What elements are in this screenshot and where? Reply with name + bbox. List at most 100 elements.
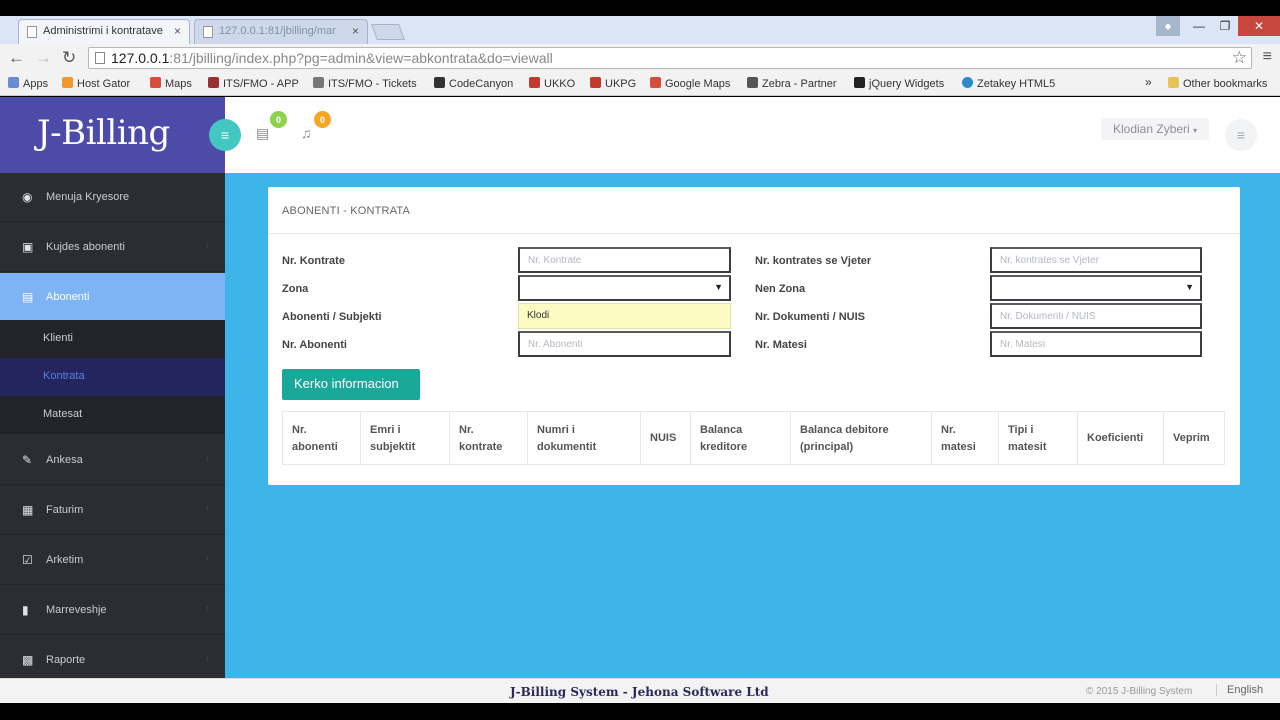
options-menu-button[interactable]: ≡ <box>1225 119 1257 151</box>
sidebar-item-label: Abonenti <box>46 291 90 303</box>
sidebar-item-label: Faturim <box>46 504 84 516</box>
menu-icon: ≡ <box>1236 127 1246 143</box>
sidebar-toggle-button[interactable]: ≡ <box>209 119 241 151</box>
abonenti-subjekti-input[interactable]: Klodi <box>518 303 731 329</box>
grid-icon: ▦ <box>22 503 34 517</box>
browser-tab-inactive[interactable]: 127.0.0.1:81/jbilling/mar × <box>194 19 368 44</box>
sidebar-item-menuja-kryesore[interactable]: ◉ Menuja Kryesore <box>0 173 225 222</box>
column-header-balanca-debitore[interactable]: Balanca debitore (principal) <box>791 412 932 464</box>
notifications-badge: 0 <box>314 111 331 128</box>
submenu-item-kontrata[interactable]: Kontrata <box>0 358 225 396</box>
more-bookmarks-chevron[interactable]: » <box>1145 75 1152 89</box>
bookmark-codecanyon[interactable]: CodeCanyon <box>434 77 513 90</box>
close-icon[interactable]: × <box>174 24 181 38</box>
chevron-right-icon: › <box>205 240 209 251</box>
column-header-balanca-kreditore[interactable]: Balanca kreditore <box>691 412 791 464</box>
submenu-item-klienti[interactable]: Klienti <box>0 320 225 358</box>
forward-arrow-icon[interactable]: → <box>35 48 52 68</box>
bookmark-ukpg[interactable]: UKPG <box>590 77 636 90</box>
nen-zona-select[interactable]: ▼ <box>990 275 1202 301</box>
bookmark-google-maps[interactable]: Google Maps <box>650 77 730 90</box>
nr-kontrate-label: Nr. Kontrate <box>282 255 345 267</box>
column-header-koeficienti[interactable]: Koeficienti <box>1078 412 1164 464</box>
zebra-icon <box>747 77 758 88</box>
nr-dokumenti-nuis-input[interactable]: Nr. Dokumenti / NUIS <box>990 303 1202 329</box>
browser-tab-active[interactable]: Administrimi i kontratave × <box>18 19 190 44</box>
nr-kontrates-vjeter-label: Nr. kontrates se Vjeter <box>755 255 872 267</box>
address-bar[interactable]: 127.0.0.1:81/jbilling/index.php?pg=admin… <box>88 47 1252 69</box>
submenu-item-matesat[interactable]: Matesat <box>0 396 225 434</box>
ukko-icon <box>529 77 540 88</box>
column-header-nr-kontrate[interactable]: Nr. kontrate <box>450 412 528 464</box>
bookmark-hostgator[interactable]: Host Gator <box>62 77 130 90</box>
column-header-emri-subjektit[interactable]: Emri i subjektit <box>361 412 450 464</box>
bookmark-apps[interactable]: Apps <box>8 77 48 90</box>
nen-zona-label: Nen Zona <box>755 283 806 295</box>
codecanyon-icon <box>434 77 445 88</box>
sidebar-item-marreveshje[interactable]: ▮ Marreveshje › <box>0 586 225 635</box>
minimize-icon[interactable]: — <box>1186 16 1212 36</box>
sidebar-item-ankesa[interactable]: ✎ Ankesa › <box>0 436 225 485</box>
bookmark-zetakey[interactable]: Zetakey HTML5 <box>962 77 1055 90</box>
top-header: ≡ ▤ 0 ♫ 0 Klodian Zyberi ▾ ≡ <box>209 97 1280 173</box>
restore-icon[interactable]: ❐ <box>1212 16 1238 36</box>
nr-kontrate-input[interactable]: Nr. Kontrate <box>518 247 731 273</box>
column-header-nuis[interactable]: NUIS <box>641 412 691 464</box>
bookmark-other[interactable]: Other bookmarks <box>1168 77 1267 90</box>
page-icon <box>95 52 105 64</box>
browser-tab-strip: Administrimi i kontratave × 127.0.0.1:81… <box>0 16 1280 44</box>
apps-grid-icon <box>8 77 19 88</box>
bookmark-maps[interactable]: Maps <box>150 77 192 90</box>
sidebar-item-label: Kujdes abonenti <box>46 241 125 253</box>
chevron-right-icon: › <box>205 603 209 614</box>
sidebar-item-abonenti[interactable]: ▤ Abonenti <box>0 273 225 322</box>
map-pin-icon <box>650 77 661 88</box>
footer-brand: J-Billing System - Jehona Software Ltd <box>510 685 769 699</box>
user-name: Klodian Zyberi <box>1113 122 1190 136</box>
column-header-numri-dokumentit[interactable]: Numri i dokumentit <box>528 412 641 464</box>
column-header-nr-matesi[interactable]: Nr. matesi <box>932 412 999 464</box>
window-close-icon[interactable]: ✕ <box>1238 16 1280 36</box>
messages-icon[interactable]: ▤ <box>256 125 269 142</box>
footer-copyright: © 2015 J-Billing System <box>1086 686 1193 697</box>
book-icon: ▮ <box>22 603 29 617</box>
column-header-tipi-matesit[interactable]: Tipi i matesit <box>999 412 1078 464</box>
zona-select[interactable]: ▼ <box>518 275 731 301</box>
bookmark-zebra[interactable]: Zebra - Partner <box>747 77 837 90</box>
app-logo[interactable]: J-Billing <box>0 97 225 173</box>
bookmark-jquery[interactable]: jQuery Widgets <box>854 77 944 90</box>
sidebar-item-raporte[interactable]: ▩ Raporte › <box>0 636 225 678</box>
browser-toolbar: ← → ↻ 127.0.0.1:81/jbilling/index.php?pg… <box>0 44 1280 72</box>
bookmark-itsfmo-app[interactable]: ITS/FMO - APP <box>208 77 299 90</box>
nr-abonenti-input[interactable]: Nr. Abonenti <box>518 331 731 357</box>
search-button[interactable]: Kerko informacion <box>282 369 420 400</box>
profile-icon[interactable]: ● <box>1156 16 1180 36</box>
chrome-menu-icon[interactable]: ≡ <box>1263 48 1272 66</box>
app-viewport: J-Billing ◉ Menuja Kryesore ▣ Kujdes abo… <box>0 97 1280 703</box>
bookmark-ukko[interactable]: UKKO <box>529 77 575 90</box>
language-link[interactable]: English <box>1216 684 1263 696</box>
nr-kontrates-vjeter-input[interactable]: Nr. kontrates se Vjeter <box>990 247 1202 273</box>
user-menu[interactable]: Klodian Zyberi ▾ <box>1101 118 1210 140</box>
menu-icon: ≡ <box>220 127 230 143</box>
panel-divider <box>268 233 1240 234</box>
contract-search-panel: ABONENTI - KONTRATA Nr. Kontrate Nr. Kon… <box>268 187 1240 485</box>
sidebar-item-kujdes-abonenti[interactable]: ▣ Kujdes abonenti › <box>0 223 225 272</box>
chevron-right-icon: › <box>205 453 209 464</box>
nr-matesi-input[interactable]: Nr. Matesi <box>990 331 1202 357</box>
column-header-veprim[interactable]: Veprim <box>1164 412 1224 464</box>
bookmark-itsfmo-tickets[interactable]: ITS/FMO - Tickets <box>313 77 417 90</box>
nr-matesi-label: Nr. Matesi <box>755 339 807 351</box>
sidebar-item-faturim[interactable]: ▦ Faturim › <box>0 486 225 535</box>
bookmark-star-icon[interactable]: ☆ <box>1232 48 1247 68</box>
sidebar-item-arketim[interactable]: ☑ Arketim › <box>0 536 225 585</box>
results-table-header: Nr. abonenti Emri i subjektit Nr. kontrate … <box>282 411 1225 465</box>
reload-icon[interactable]: ↻ <box>62 48 76 68</box>
map-pin-icon <box>150 77 161 88</box>
letterbox-bottom <box>0 703 1280 720</box>
bell-icon[interactable]: ♫ <box>301 125 312 141</box>
column-header-nr-abonenti[interactable]: Nr. abonenti <box>283 412 361 464</box>
new-tab-button[interactable] <box>371 24 405 40</box>
back-arrow-icon[interactable]: ← <box>8 48 25 68</box>
close-icon[interactable]: × <box>352 24 359 38</box>
